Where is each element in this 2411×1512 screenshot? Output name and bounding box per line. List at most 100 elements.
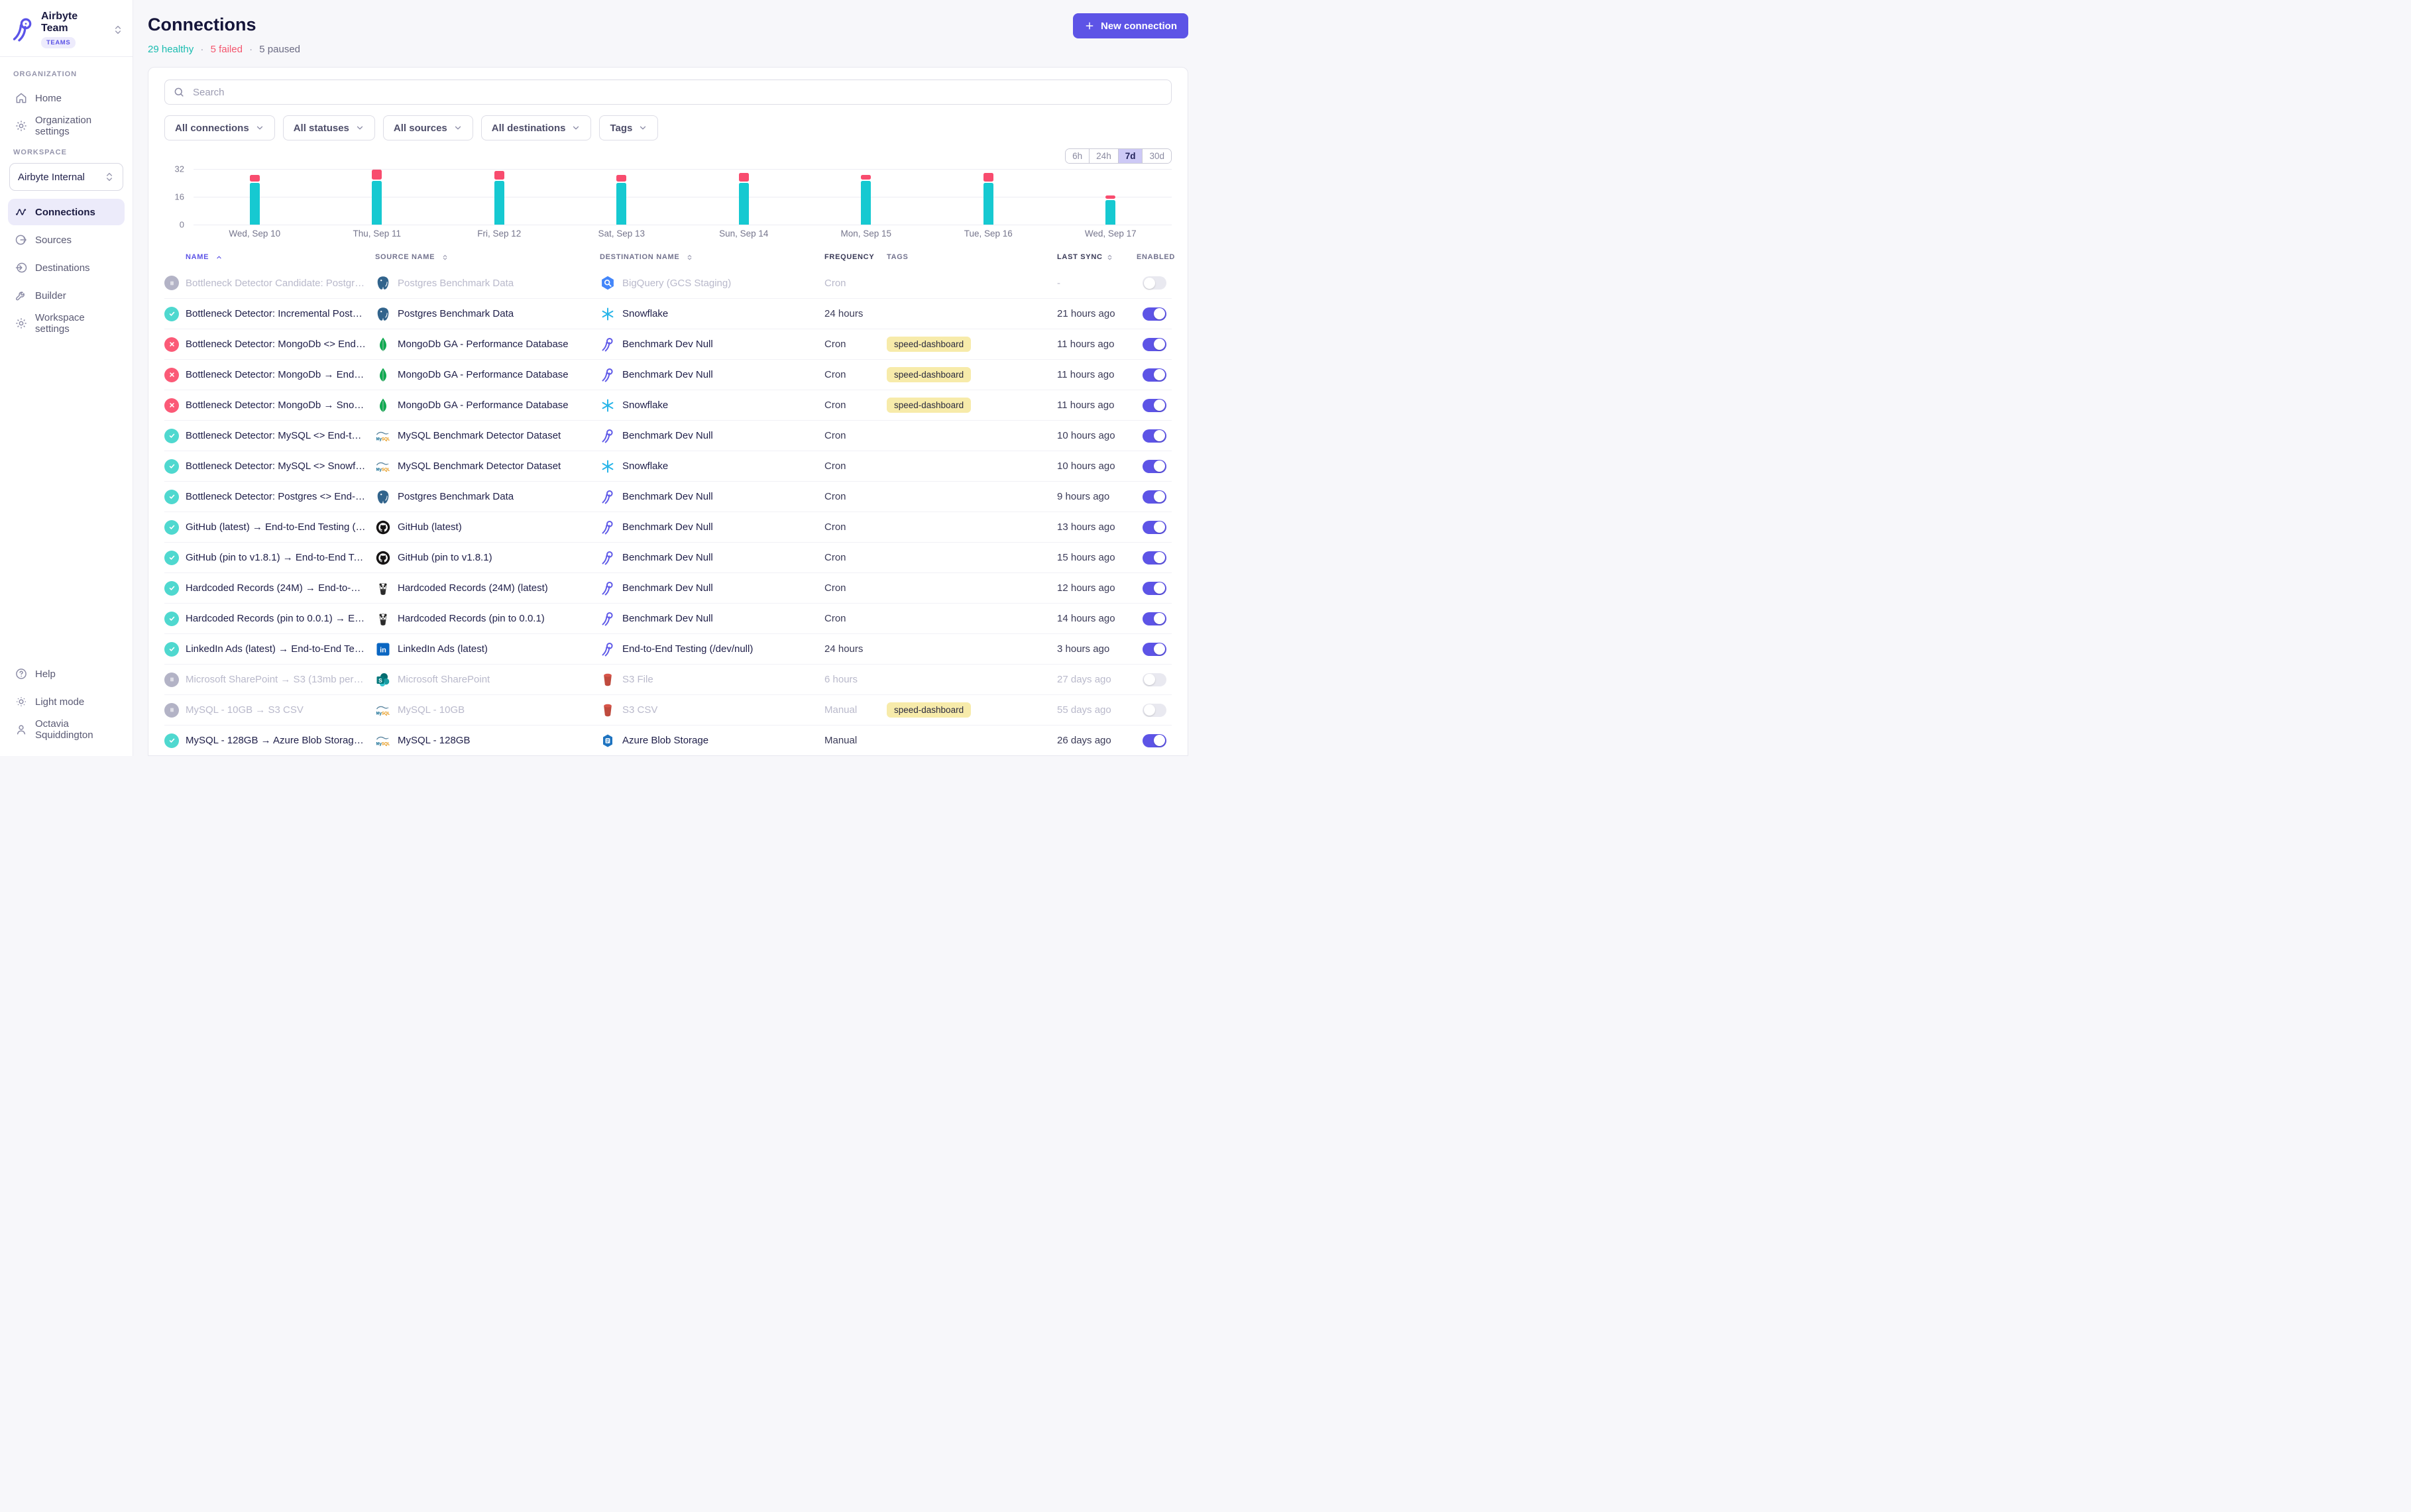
destination-name: Benchmark Dev Null (622, 369, 713, 380)
table-row[interactable]: Bottleneck Detector: MongoDb → Snowflake… (164, 390, 1172, 420)
connection-enabled-toggle[interactable] (1143, 276, 1166, 290)
table-row[interactable]: GitHub (pin to v1.8.1) → End-to-End Test… (164, 542, 1172, 572)
table-row[interactable]: Bottleneck Detector: Postgres <> End-to-… (164, 481, 1172, 512)
filter-all-sources[interactable]: All sources (383, 115, 473, 140)
filter-tags[interactable]: Tags (599, 115, 658, 140)
sidebar-item-organization-settings[interactable]: Organization settings (8, 113, 125, 139)
filter-label: All connections (175, 123, 249, 134)
paused-status-icon (164, 703, 179, 718)
table-row[interactable]: Hardcoded Records (24M) → End-to-End Te.… (164, 572, 1172, 603)
chart-bar-success-segment (494, 181, 504, 225)
svg-text:SQL: SQL (382, 468, 390, 472)
filter-all-destinations[interactable]: All destinations (481, 115, 592, 140)
sidebar-item-label: Octavia Squiddington (35, 718, 118, 741)
table-row[interactable]: GitHub (latest) → End-to-End Testing (/d… (164, 512, 1172, 542)
connection-enabled-toggle[interactable] (1143, 368, 1166, 382)
destination-name: Snowflake (622, 400, 668, 411)
sidebar-item-octavia-squiddington[interactable]: Octavia Squiddington (8, 716, 125, 743)
column-header-destination-name[interactable]: DESTINATION NAME (600, 253, 824, 261)
sidebar-item-connections[interactable]: Connections (8, 199, 125, 225)
destination-name: Benchmark Dev Null (622, 552, 713, 563)
last-sync-cell: 21 hours ago (1057, 308, 1137, 319)
name-cell: Bottleneck Detector: MongoDb <> End-to-E… (164, 337, 375, 352)
destination-cell: Benchmark Dev Null (600, 367, 824, 383)
table-row[interactable]: Bottleneck Detector: MySQL <> End-to-End… (164, 420, 1172, 451)
connection-enabled-toggle[interactable] (1143, 551, 1166, 565)
org-switcher[interactable]: Airbyte Team TEAMS (8, 9, 125, 55)
source-name: MySQL - 128GB (398, 735, 470, 746)
connection-name: Hardcoded Records (pin to 0.0.1) → End-t… (186, 613, 366, 624)
connection-enabled-toggle[interactable] (1143, 490, 1166, 504)
connection-enabled-toggle[interactable] (1143, 460, 1166, 473)
new-connection-button[interactable]: New connection (1073, 13, 1188, 38)
destination-name: Snowflake (622, 308, 668, 319)
source-cell: GitHub (pin to v1.8.1) (375, 550, 600, 566)
chart-bar-success-segment (983, 183, 993, 225)
frequency-cell: Cron (824, 430, 887, 441)
destination-name: S3 File (622, 674, 653, 685)
chart-bar-failed-segment (250, 175, 260, 182)
sidebar-item-light-mode[interactable]: Light mode (8, 688, 125, 715)
connection-enabled-toggle[interactable] (1143, 673, 1166, 686)
column-header-label: SOURCE NAME (375, 253, 435, 261)
destination-name: Azure Blob Storage (622, 735, 708, 746)
connection-enabled-toggle[interactable] (1143, 643, 1166, 656)
connection-enabled-toggle[interactable] (1143, 429, 1166, 443)
toggle-knob (1144, 704, 1155, 716)
paused-status-icon (164, 673, 179, 687)
table-row[interactable]: LinkedIn Ads (latest) → End-to-End Testi… (164, 633, 1172, 664)
connection-name: MySQL - 10GB → S3 CSV (186, 704, 304, 716)
filter-all-statuses[interactable]: All statuses (283, 115, 375, 140)
chart-bar-slot (805, 169, 928, 225)
search-input[interactable] (192, 86, 1163, 99)
source-name: Hardcoded Records (pin to 0.0.1) (398, 613, 545, 624)
sidebar-spacer (8, 338, 125, 661)
connection-enabled-toggle[interactable] (1143, 521, 1166, 534)
connection-enabled-toggle[interactable] (1143, 612, 1166, 625)
success-status-icon (164, 581, 179, 596)
table-row[interactable]: MySQL - 128GB → Azure Blob Storage JSOn … (164, 725, 1172, 755)
column-header-source-name[interactable]: SOURCE NAME (375, 253, 600, 261)
table-row[interactable]: Bottleneck Detector: MongoDb → End-to-En… (164, 359, 1172, 390)
sidebar-item-home[interactable]: Home (8, 85, 125, 111)
workspace-selector[interactable]: Airbyte Internal (9, 163, 123, 191)
sidebar-item-builder[interactable]: Builder (8, 282, 125, 309)
table-row[interactable]: MySQL - 10GB → S3 CSVMySQLMySQL - 10GBS3… (164, 694, 1172, 725)
sidebar-item-workspace-settings[interactable]: Workspace settings (8, 310, 125, 337)
destination-name: S3 CSV (622, 704, 657, 716)
time-range-30d[interactable]: 30d (1142, 149, 1171, 163)
table-row[interactable]: Microsoft SharePoint → S3 (13mb performa… (164, 664, 1172, 694)
sidebar-item-help[interactable]: Help (8, 661, 125, 687)
source-cell: MongoDb GA - Performance Database (375, 398, 600, 413)
column-header-last-sync[interactable]: LAST SYNC (1057, 253, 1137, 261)
connection-enabled-toggle[interactable] (1143, 704, 1166, 717)
connection-enabled-toggle[interactable] (1143, 734, 1166, 747)
connection-enabled-toggle[interactable] (1143, 399, 1166, 412)
connection-enabled-toggle[interactable] (1143, 582, 1166, 595)
chevron-down-icon (453, 123, 463, 133)
frequency-cell: Cron (824, 400, 887, 411)
connection-enabled-toggle[interactable] (1143, 307, 1166, 321)
enabled-cell (1137, 673, 1172, 686)
failed-status-icon (164, 337, 179, 352)
connection-name: Bottleneck Detector: MongoDb <> End-to-E… (186, 339, 366, 350)
bigquery-icon (600, 275, 616, 291)
filter-all-connections[interactable]: All connections (164, 115, 275, 140)
table-row[interactable]: Hardcoded Records (pin to 0.0.1) → End-t… (164, 603, 1172, 633)
table-row[interactable]: Bottleneck Detector Candidate: Postgres … (164, 268, 1172, 298)
filter-label: All statuses (294, 123, 349, 134)
time-range-24h[interactable]: 24h (1089, 149, 1118, 163)
table-row[interactable]: Bottleneck Detector: MongoDb <> End-to-E… (164, 329, 1172, 359)
time-range-6h[interactable]: 6h (1066, 149, 1089, 163)
table-row[interactable]: Bottleneck Detector: MySQL <> SnowflakeM… (164, 451, 1172, 481)
sidebar-item-sources[interactable]: Sources (8, 227, 125, 253)
column-header-label: LAST SYNC (1057, 253, 1103, 261)
column-header-name[interactable]: NAME (164, 253, 375, 261)
connection-enabled-toggle[interactable] (1143, 338, 1166, 351)
github-icon (375, 519, 391, 535)
time-range-7d[interactable]: 7d (1118, 149, 1143, 163)
org-name: Airbyte Team (41, 11, 107, 34)
sidebar-item-destinations[interactable]: Destinations (8, 254, 125, 281)
enabled-cell (1137, 368, 1172, 382)
table-row[interactable]: Bottleneck Detector: Incremental Postgre… (164, 298, 1172, 329)
